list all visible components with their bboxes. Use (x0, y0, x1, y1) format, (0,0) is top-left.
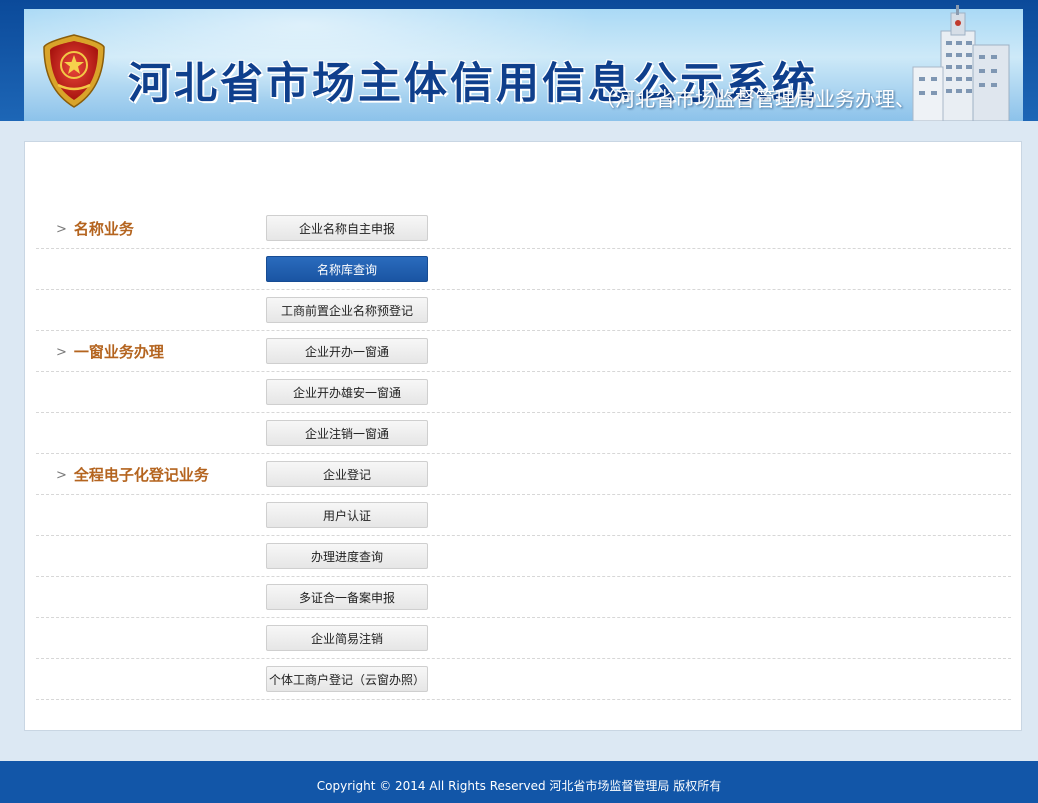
service-button[interactable]: 工商前置企业名称预登记 (266, 297, 428, 323)
service-button[interactable]: 名称库查询 (266, 256, 428, 282)
footer: Copyright © 2014 All Rights Reserved 河北省… (0, 761, 1038, 803)
category-text: 名称业务 (73, 220, 134, 238)
service-row: 办理进度查询 (36, 536, 1011, 577)
service-button[interactable]: 办理进度查询 (266, 543, 428, 569)
category-label: > 名称业务 (56, 218, 134, 239)
service-button[interactable]: 企业注销一窗通 (266, 420, 428, 446)
service-button[interactable]: 企业登记 (266, 461, 428, 487)
header-banner: 河北省市场主体信用信息公示系统 （河北省市场监督管理局业务办理、企业查询） (24, 5, 1023, 121)
building-illustration (912, 5, 1010, 121)
service-panel: > 名称业务 企业名称自主申报 名称库查询 工商前置企业名称预登记 > 一窗业务办理 企业开办… (24, 141, 1022, 731)
service-list: > 名称业务 企业名称自主申报 名称库查询 工商前置企业名称预登记 > 一窗业务办理 企业开办… (36, 208, 1011, 700)
category-text: 全程电子化登记业务 (73, 466, 209, 484)
chevron-right-icon: > (56, 345, 67, 360)
page: 河北省市场主体信用信息公示系统 （河北省市场监督管理局业务办理、企业查询） > … (0, 0, 1038, 803)
service-button[interactable]: 企业开办雄安一窗通 (266, 379, 428, 405)
national-emblem-icon (43, 34, 105, 108)
service-row: > 名称业务 企业名称自主申报 (36, 208, 1011, 249)
header: 河北省市场主体信用信息公示系统 （河北省市场监督管理局业务办理、企业查询） (0, 0, 1038, 121)
service-button[interactable]: 个体工商户登记（云窗办照） (266, 666, 428, 692)
service-row: 工商前置企业名称预登记 (36, 290, 1011, 331)
service-row: > 全程电子化登记业务 企业登记 (36, 454, 1011, 495)
service-row: 用户认证 (36, 495, 1011, 536)
service-row: 企业简易注销 (36, 618, 1011, 659)
service-row: 名称库查询 (36, 249, 1011, 290)
chevron-right-icon: > (56, 222, 67, 237)
service-button[interactable]: 企业名称自主申报 (266, 215, 428, 241)
copyright-text: Copyright © 2014 All Rights Reserved 河北省… (316, 779, 722, 793)
service-row: 企业开办雄安一窗通 (36, 372, 1011, 413)
service-row: 多证合一备案申报 (36, 577, 1011, 618)
service-button[interactable]: 多证合一备案申报 (266, 584, 428, 610)
service-row: 企业注销一窗通 (36, 413, 1011, 454)
chevron-right-icon: > (56, 468, 67, 483)
service-row: 个体工商户登记（云窗办照） (36, 659, 1011, 700)
category-label: > 一窗业务办理 (56, 341, 164, 362)
category-label: > 全程电子化登记业务 (56, 464, 209, 485)
service-row: > 一窗业务办理 企业开办一窗通 (36, 331, 1011, 372)
service-button[interactable]: 企业开办一窗通 (266, 338, 428, 364)
category-text: 一窗业务办理 (73, 343, 164, 361)
service-button[interactable]: 企业简易注销 (266, 625, 428, 651)
service-button[interactable]: 用户认证 (266, 502, 428, 528)
